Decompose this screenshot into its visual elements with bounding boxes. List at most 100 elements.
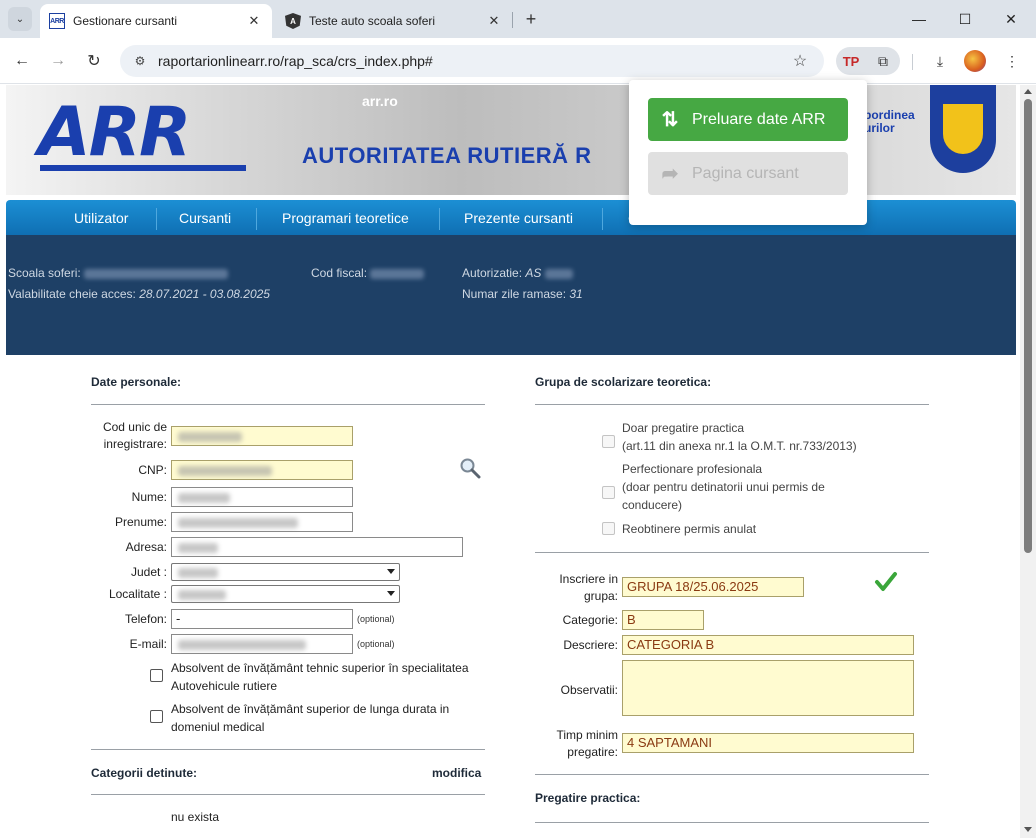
preluare-date-arr-button[interactable]: ⇅ Preluare date ARR [648,98,848,141]
school-info-panel: Scoala soferi: Cod fiscal: Autorizatie: … [6,235,1016,355]
cnp-input[interactable] [171,460,353,480]
cod-unic-label: Cod unic de inregistrare: [102,420,167,451]
tab-title: Gestionare cursanti [73,14,178,28]
categorie-label: Categorie: [562,613,618,627]
school-name-field: Scoala soferi: [8,266,229,280]
menu-divider [602,208,603,230]
days-left-field: Numar zile ramase: 31 [462,287,583,301]
reobtinere-checkbox[interactable] [602,522,615,535]
romania-crest-icon [930,85,996,173]
inscriere-grupa-input[interactable]: GRUPA 18/25.06.2025 [622,577,804,597]
reload-icon[interactable]: ↻ [82,49,106,73]
auth-label: Autorizatie: [462,266,523,280]
prenume-input[interactable] [171,512,353,532]
minimize-button[interactable]: — [896,0,942,38]
menu-divider [156,208,157,230]
menu-utilizator[interactable]: Utilizator [74,200,128,235]
back-icon[interactable]: ← [10,49,34,73]
email-input[interactable] [171,634,353,654]
tp-extension-icon[interactable]: TP [836,47,866,75]
scroll-thumb[interactable] [1024,99,1032,553]
doar-practica-checkbox[interactable] [602,435,615,448]
validity-field: Valabilitate cheie acces: 28.07.2021 - 0… [8,287,270,301]
nume-input[interactable] [171,487,353,507]
absolvent-medical-label: Absolvent de învățământ superior de lung… [171,702,450,734]
categories-title: Categorii detinute: [91,766,198,780]
menu-divider [439,208,440,230]
arr-logo: ARR [38,93,191,172]
maximize-button[interactable]: ☐ [942,0,988,38]
inscriere-label: Inscriere in grupa: [559,572,618,603]
close-tab-icon[interactable]: ✕ [484,11,504,31]
divider [535,774,929,775]
telefon-input[interactable]: - [171,609,353,629]
modify-link[interactable]: modifica [432,766,481,780]
cod-unic-input[interactable] [171,426,353,446]
pagina-cursant-button[interactable]: ➦ Pagina cursant [648,152,848,195]
email-label: E-mail: [129,637,167,651]
share-arrow-icon: ➦ [661,163,679,185]
prenume-label: Prenume: [114,515,167,529]
extensions-puzzle-icon[interactable]: ⧉ [866,47,900,75]
categorie-input[interactable]: B [622,610,704,630]
menu-divider [256,208,257,230]
menu-programari-teoretice[interactable]: Programari teoretice [282,200,409,235]
page-scrollbar[interactable] [1020,85,1036,838]
site-domain: arr.ro [362,93,398,109]
close-tab-icon[interactable]: ✕ [244,11,264,31]
timp-minim-input[interactable]: 4 SAPTAMANI [622,733,914,753]
validity-value: 28.07.2021 - 03.08.2025 [139,287,270,301]
swap-arrows-icon: ⇅ [661,109,679,131]
adresa-label: Adresa: [125,540,167,554]
divider [91,404,485,405]
school-name-redacted [84,268,229,279]
no-categories-text: nu exista [171,810,220,824]
web-page: ARR arr.ro AUTORITATEA RUTIERĂ R bordine… [0,85,1020,838]
toolbar-divider [912,54,913,70]
tab-strip: ⌄ ARR Gestionare cursanti ✕ A Teste auto… [0,0,1036,38]
tab-gestionare-cursanti[interactable]: ARR Gestionare cursanti ✕ [40,4,272,38]
divider [535,552,929,553]
site-info-icon[interactable]: ⚙ [130,54,150,68]
address-bar[interactable]: ⚙ raportarionlinearr.ro/rap_sca/crs_inde… [120,45,824,77]
group-title: Grupa de scolarizare teoretica: [535,375,712,389]
search-icon[interactable] [459,457,481,479]
adresa-input[interactable] [171,537,463,557]
telefon-optional: (optional) [357,614,395,624]
close-window-button[interactable]: ✕ [988,0,1034,38]
organization-name: AUTORITATEA RUTIERĂ R [302,143,592,168]
tab-search-button[interactable]: ⌄ [8,7,32,31]
judet-select[interactable] [171,563,400,581]
menu-cursanti[interactable]: Cursanti [179,200,231,235]
new-tab-button[interactable]: + [520,8,542,30]
tab-teste-auto[interactable]: A Teste auto scoala soferi ✕ [276,4,512,38]
descriere-label: Descriere: [563,638,618,652]
perfectionare-checkbox[interactable] [602,486,615,499]
localitate-select[interactable] [171,585,400,603]
divider [91,749,485,750]
tab-divider [512,12,513,28]
scroll-down-icon[interactable] [1024,827,1032,832]
profile-avatar[interactable] [964,50,986,72]
download-icon[interactable]: ⤓ [926,47,954,75]
extension-popup: ⇅ Preluare date ARR ➦ Pagina cursant [629,80,867,225]
observatii-label: Observatii: [560,683,618,697]
timp-minim-label: Timp minim pregatire: [556,728,618,759]
cnp-label: CNP: [138,463,167,477]
divider [91,794,485,795]
chevron-down-icon [387,591,395,596]
auth-number-redacted [544,268,573,279]
absolvent-tehnic-checkbox[interactable] [150,669,163,682]
menu-kebab-icon[interactable]: ⋮ [998,47,1026,75]
observatii-textarea[interactable] [622,660,914,716]
menu-prezente-cursanti[interactable]: Prezente cursanti [464,200,573,235]
forward-icon[interactable]: → [46,49,70,73]
bookmark-star-icon[interactable]: ☆ [788,51,812,71]
scroll-up-icon[interactable] [1024,89,1032,94]
descriere-input[interactable]: CATEGORIA B [622,635,914,655]
absolvent-medical-checkbox[interactable] [150,710,163,723]
arr-favicon-icon: ARR [49,13,65,29]
url-text[interactable]: raportarionlinearr.ro/rap_sca/crs_index.… [158,53,788,69]
preluare-label: Preluare date ARR [692,110,826,128]
days-label: Numar zile ramase: [462,287,567,301]
